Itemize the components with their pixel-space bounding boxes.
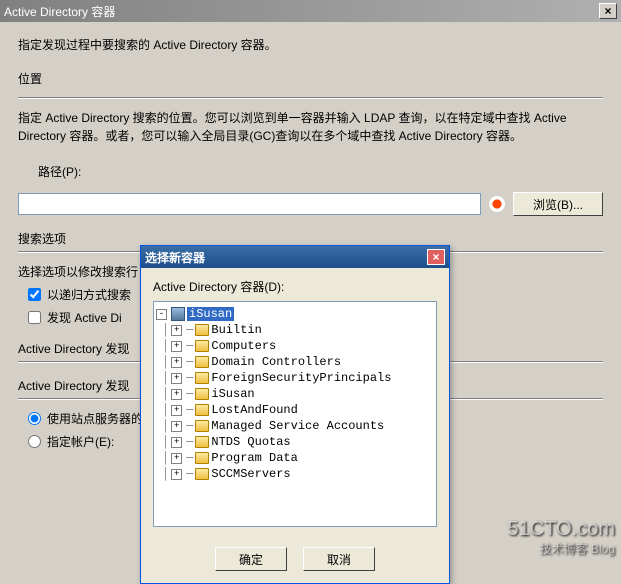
folder-icon (195, 340, 209, 352)
tree-line-icon: │ (162, 451, 169, 465)
tree-connector-icon: ─ (186, 355, 193, 369)
tree-line-icon: │ (162, 323, 169, 337)
tree-connector-icon: ─ (186, 467, 193, 481)
folder-icon (195, 468, 209, 480)
tree-item[interactable]: │+ ─ Managed Service Accounts (156, 418, 434, 434)
tree-connector-icon: ─ (186, 323, 193, 337)
divider (18, 97, 603, 99)
expand-icon[interactable]: + (171, 325, 182, 336)
folder-icon (195, 404, 209, 416)
expand-icon[interactable]: + (171, 373, 182, 384)
container-tree[interactable]: - iSusan │+─ Builtin│+─ Computers│+─ Dom… (153, 301, 437, 527)
tree-line-icon: │ (162, 467, 169, 481)
location-description: 指定 Active Directory 搜索的位置。您可以浏览到单一容器并输入 … (18, 109, 603, 145)
tree-connector-icon: ─ (186, 419, 193, 433)
expand-icon[interactable]: + (171, 421, 182, 432)
warning-icon (489, 196, 505, 212)
tree-item[interactable]: │+ ─ LostAndFound (156, 402, 434, 418)
window-titlebar: Active Directory 容器 × (0, 0, 621, 22)
discover-label: 发现 Active Di (47, 309, 122, 326)
tree-item[interactable]: │+ ─ iSusan (156, 386, 434, 402)
tree-line-icon: │ (162, 419, 169, 433)
tree-connector-icon: ─ (186, 403, 193, 417)
expand-icon[interactable]: + (171, 469, 182, 480)
close-icon[interactable]: × (599, 3, 617, 19)
tree-item[interactable]: │+ ─ Domain Controllers (156, 354, 434, 370)
tree-item-label[interactable]: NTDS Quotas (211, 435, 290, 449)
window-title: Active Directory 容器 (4, 3, 115, 20)
expand-icon[interactable]: + (171, 405, 182, 416)
tree-line-icon: │ (162, 387, 169, 401)
folder-icon (195, 420, 209, 432)
ok-button[interactable]: 确定 (215, 547, 287, 571)
tree-line-icon: │ (162, 403, 169, 417)
collapse-icon[interactable]: - (156, 309, 167, 320)
folder-icon (195, 372, 209, 384)
site-server-radio[interactable] (28, 412, 41, 425)
expand-icon[interactable]: + (171, 437, 182, 448)
expand-icon[interactable]: + (171, 453, 182, 464)
expand-icon[interactable]: + (171, 341, 182, 352)
recursive-label: 以递归方式搜索 (47, 286, 131, 303)
tree-line-icon: │ (162, 355, 169, 369)
tree-item-label[interactable]: LostAndFound (211, 403, 297, 417)
path-input[interactable] (18, 193, 481, 215)
domain-icon (171, 307, 185, 321)
folder-icon (195, 388, 209, 400)
folder-icon (195, 356, 209, 368)
dialog-titlebar: 选择新容器 × (141, 246, 449, 268)
tree-connector-icon: ─ (186, 339, 193, 353)
dialog-prompt: Active Directory 容器(D): (153, 278, 437, 295)
tree-item[interactable]: │+ ─ SCCMServers (156, 466, 434, 482)
tree-line-icon: │ (162, 435, 169, 449)
specify-account-label: 指定帐户(E): (47, 433, 114, 450)
specify-account-radio[interactable] (28, 435, 41, 448)
dialog-title: 选择新容器 (145, 249, 205, 266)
tree-line-icon: │ (162, 371, 169, 385)
recursive-checkbox[interactable] (28, 288, 41, 301)
expand-icon[interactable]: + (171, 357, 182, 368)
tree-item[interactable]: │+ ─ Builtin (156, 322, 434, 338)
tree-item-label[interactable]: iSusan (211, 387, 254, 401)
site-server-label: 使用站点服务器的 (47, 410, 143, 427)
location-label: 位置 (18, 70, 603, 87)
tree-root[interactable]: - iSusan (156, 306, 434, 322)
tree-item[interactable]: │+ ─ ForeignSecurityPrincipals (156, 370, 434, 386)
cancel-button[interactable]: 取消 (303, 547, 375, 571)
watermark-main: 51CTO.com (508, 519, 615, 539)
tree-item-label[interactable]: Computers (211, 339, 276, 353)
tree-item[interactable]: │+ ─ Computers (156, 338, 434, 354)
close-icon[interactable]: × (427, 249, 445, 265)
select-container-dialog: 选择新容器 × Active Directory 容器(D): - iSusan… (140, 245, 450, 584)
discover-checkbox[interactable] (28, 311, 41, 324)
tree-connector-icon: ─ (186, 435, 193, 449)
tree-line-icon: │ (162, 339, 169, 353)
expand-icon[interactable]: + (171, 389, 182, 400)
watermark-sub: 技术博客 Blog (508, 539, 615, 559)
tree-connector-icon: ─ (186, 387, 193, 401)
folder-icon (195, 452, 209, 464)
watermark: 51CTO.com 技术博客 Blog (508, 519, 615, 559)
tree-item-label[interactable]: ForeignSecurityPrincipals (211, 371, 391, 385)
tree-item-label[interactable]: Domain Controllers (211, 355, 341, 369)
tree-item-label[interactable]: Program Data (211, 451, 297, 465)
tree-root-label[interactable]: iSusan (187, 307, 234, 321)
tree-connector-icon: ─ (186, 371, 193, 385)
tree-connector-icon: ─ (186, 451, 193, 465)
path-label: 路径(P): (38, 163, 603, 180)
tree-item[interactable]: │+ ─ NTDS Quotas (156, 434, 434, 450)
tree-item-label[interactable]: SCCMServers (211, 467, 290, 481)
tree-item-label[interactable]: Builtin (211, 323, 261, 337)
browse-button[interactable]: 浏览(B)... (513, 192, 603, 216)
tree-item[interactable]: │+ ─ Program Data (156, 450, 434, 466)
tree-item-label[interactable]: Managed Service Accounts (211, 419, 384, 433)
instruction-text: 指定发现过程中要搜索的 Active Directory 容器。 (18, 36, 603, 54)
folder-icon (195, 324, 209, 336)
folder-icon (195, 436, 209, 448)
